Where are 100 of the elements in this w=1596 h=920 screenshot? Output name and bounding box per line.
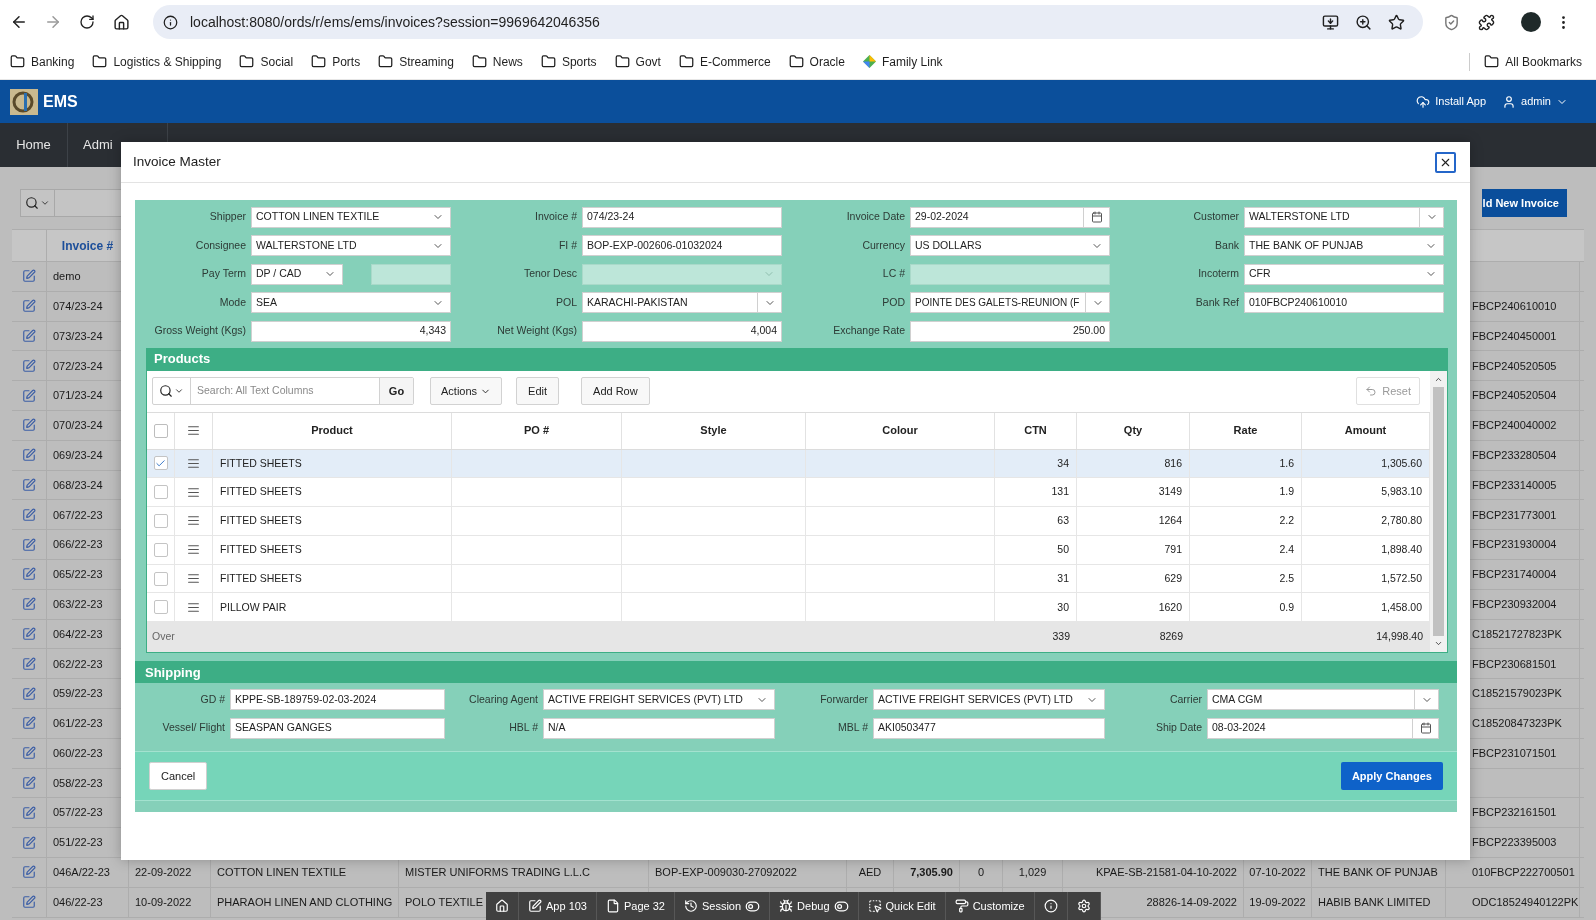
column-header[interactable]: Product xyxy=(213,412,452,449)
row-checkbox[interactable] xyxy=(153,514,168,528)
bookmark-star-icon[interactable] xyxy=(1388,13,1405,31)
edit-icon[interactable] xyxy=(22,746,36,761)
edit-icon[interactable] xyxy=(22,865,36,880)
dev-toolbar-button[interactable]: Page 32 xyxy=(597,892,675,920)
edit-icon[interactable] xyxy=(22,656,36,671)
row-checkbox[interactable] xyxy=(153,542,168,557)
edit-icon[interactable] xyxy=(22,775,36,790)
edit-icon[interactable] xyxy=(22,418,36,433)
menu-icon[interactable] xyxy=(187,424,200,437)
edit-icon[interactable] xyxy=(22,448,36,463)
column-header[interactable]: Colour xyxy=(806,412,995,449)
edit-icon[interactable] xyxy=(22,269,36,284)
edit-icon[interactable] xyxy=(22,477,36,492)
select-field[interactable]: COTTON LINEN TEXTILE xyxy=(251,206,451,228)
edit-icon[interactable] xyxy=(22,299,36,314)
dev-toolbar-button[interactable]: Debug xyxy=(770,892,859,920)
dev-toolbar-button[interactable]: Customize xyxy=(945,892,1035,920)
actions-button[interactable]: Actions xyxy=(430,377,503,405)
edit-icon[interactable] xyxy=(22,358,36,373)
row-menu-icon[interactable] xyxy=(187,572,200,586)
select-all-checkbox[interactable] xyxy=(153,423,168,438)
row-menu-icon[interactable] xyxy=(187,456,200,470)
select-field[interactable]: ACTIVE FREIGHT SERVICES (PVT) LTD xyxy=(543,689,775,711)
select-field[interactable]: SEA xyxy=(251,292,451,314)
calendar-icon[interactable] xyxy=(1419,722,1432,735)
select-field[interactable]: DP / CAD xyxy=(251,263,343,285)
extensions-icon[interactable] xyxy=(1478,13,1495,31)
row-checkbox[interactable] xyxy=(153,571,168,586)
nav-tab[interactable]: Home xyxy=(0,123,68,167)
dev-toolbar-button[interactable]: Quick Edit xyxy=(858,892,946,920)
text-field[interactable]: AKI0503477 xyxy=(873,717,1105,739)
edit-icon[interactable] xyxy=(22,805,36,820)
dev-toolbar-button[interactable]: App 103 xyxy=(519,892,597,920)
column-header[interactable]: Rate xyxy=(1190,412,1302,449)
row-menu-icon[interactable] xyxy=(187,543,200,557)
bookmark-link[interactable]: News xyxy=(471,52,523,71)
user-menu[interactable]: admin xyxy=(1502,93,1568,110)
column-header[interactable]: CTN xyxy=(995,412,1077,449)
combo-field[interactable]: KARACHI-PAKISTAN xyxy=(582,292,782,314)
bookmark-link[interactable]: Logistics & Shipping xyxy=(92,52,222,71)
row-menu-icon[interactable] xyxy=(187,514,200,528)
edit-icon[interactable] xyxy=(22,597,36,612)
install-app-link[interactable]: Install App xyxy=(1416,93,1487,110)
select-field[interactable]: US DOLLARS xyxy=(910,235,1110,257)
edit-icon[interactable] xyxy=(22,388,36,403)
scrollbar-thumb[interactable] xyxy=(1433,386,1444,637)
edit-icon[interactable] xyxy=(22,686,36,701)
edit-icon[interactable] xyxy=(22,507,36,522)
bookmark-link[interactable]: Family Link xyxy=(862,52,943,71)
combo-field[interactable]: CMA CGM xyxy=(1207,689,1439,711)
text-field[interactable]: SEASPAN GANGES xyxy=(230,717,445,739)
text-field[interactable]: BOP-EXP-002606-01032024 xyxy=(582,235,782,257)
dev-toolbar-button[interactable]: Session xyxy=(674,892,771,920)
apply-changes-button[interactable]: Apply Changes xyxy=(1340,762,1443,791)
scrollbar[interactable] xyxy=(1430,370,1447,653)
bookmark-link[interactable]: Sports xyxy=(540,52,597,71)
edit-icon[interactable] xyxy=(22,626,36,641)
site-info-icon[interactable] xyxy=(163,14,178,30)
number-field[interactable]: 250.00 xyxy=(910,320,1110,342)
bookmark-link[interactable]: All Bookmarks xyxy=(1484,52,1582,71)
date-field[interactable]: 29-02-2024 xyxy=(910,206,1110,228)
select-field[interactable]: WALTERSTONE LTD xyxy=(251,235,451,257)
column-header[interactable]: Qty xyxy=(1077,412,1190,449)
install-icon[interactable] xyxy=(1322,13,1339,31)
number-field[interactable]: 4,343 xyxy=(251,320,451,342)
bookmark-link[interactable]: Streaming xyxy=(378,52,454,71)
profile-avatar[interactable] xyxy=(1521,12,1541,32)
bookmark-link[interactable]: Govt xyxy=(614,52,661,71)
edit-icon[interactable] xyxy=(22,895,36,910)
edit-icon[interactable] xyxy=(22,716,36,731)
row-menu-icon[interactable] xyxy=(187,485,200,499)
edit-icon[interactable] xyxy=(22,537,36,552)
combo-field[interactable]: WALTERSTONE LTD xyxy=(1244,206,1444,228)
shield-icon[interactable] xyxy=(1443,13,1460,31)
select-field[interactable]: THE BANK OF PUNJAB xyxy=(1244,235,1444,257)
date-field[interactable]: 08-03-2024 xyxy=(1207,717,1439,739)
select-field[interactable]: ACTIVE FREIGHT SERVICES (PVT) LTD xyxy=(873,689,1105,711)
text-field[interactable]: 074/23-24 xyxy=(582,206,782,228)
text-field[interactable]: 010FBCP240610010 xyxy=(1244,292,1444,314)
address-bar[interactable]: localhost:8080/ords/r/ems/ems/invoices?session=9969642046356 xyxy=(153,5,1423,39)
row-menu-icon[interactable] xyxy=(187,600,200,614)
combo-field[interactable]: POINTE DES GALETS-REUNION (F xyxy=(910,292,1110,314)
text-field[interactable]: N/A xyxy=(543,717,775,739)
select-field[interactable]: CFR xyxy=(1244,263,1444,285)
edit-icon[interactable] xyxy=(22,567,36,582)
row-checkbox[interactable] xyxy=(153,600,168,615)
bookmark-link[interactable]: E-Commerce xyxy=(678,52,771,71)
row-checkbox[interactable] xyxy=(153,456,168,471)
number-field[interactable]: 4,004 xyxy=(582,320,782,342)
cancel-button[interactable]: Cancel xyxy=(149,762,208,791)
bookmark-link[interactable]: Social xyxy=(239,52,294,71)
text-field[interactable]: KPPE-SB-189759-02-03-2024 xyxy=(230,689,445,711)
bookmark-link[interactable]: Ports xyxy=(311,52,361,71)
edit-icon[interactable] xyxy=(22,329,36,343)
calendar-icon[interactable] xyxy=(1090,211,1103,224)
bookmark-link[interactable]: Oracle xyxy=(788,52,845,71)
column-header[interactable]: Style xyxy=(622,412,806,449)
add-row-button[interactable]: Add Row xyxy=(581,377,650,405)
